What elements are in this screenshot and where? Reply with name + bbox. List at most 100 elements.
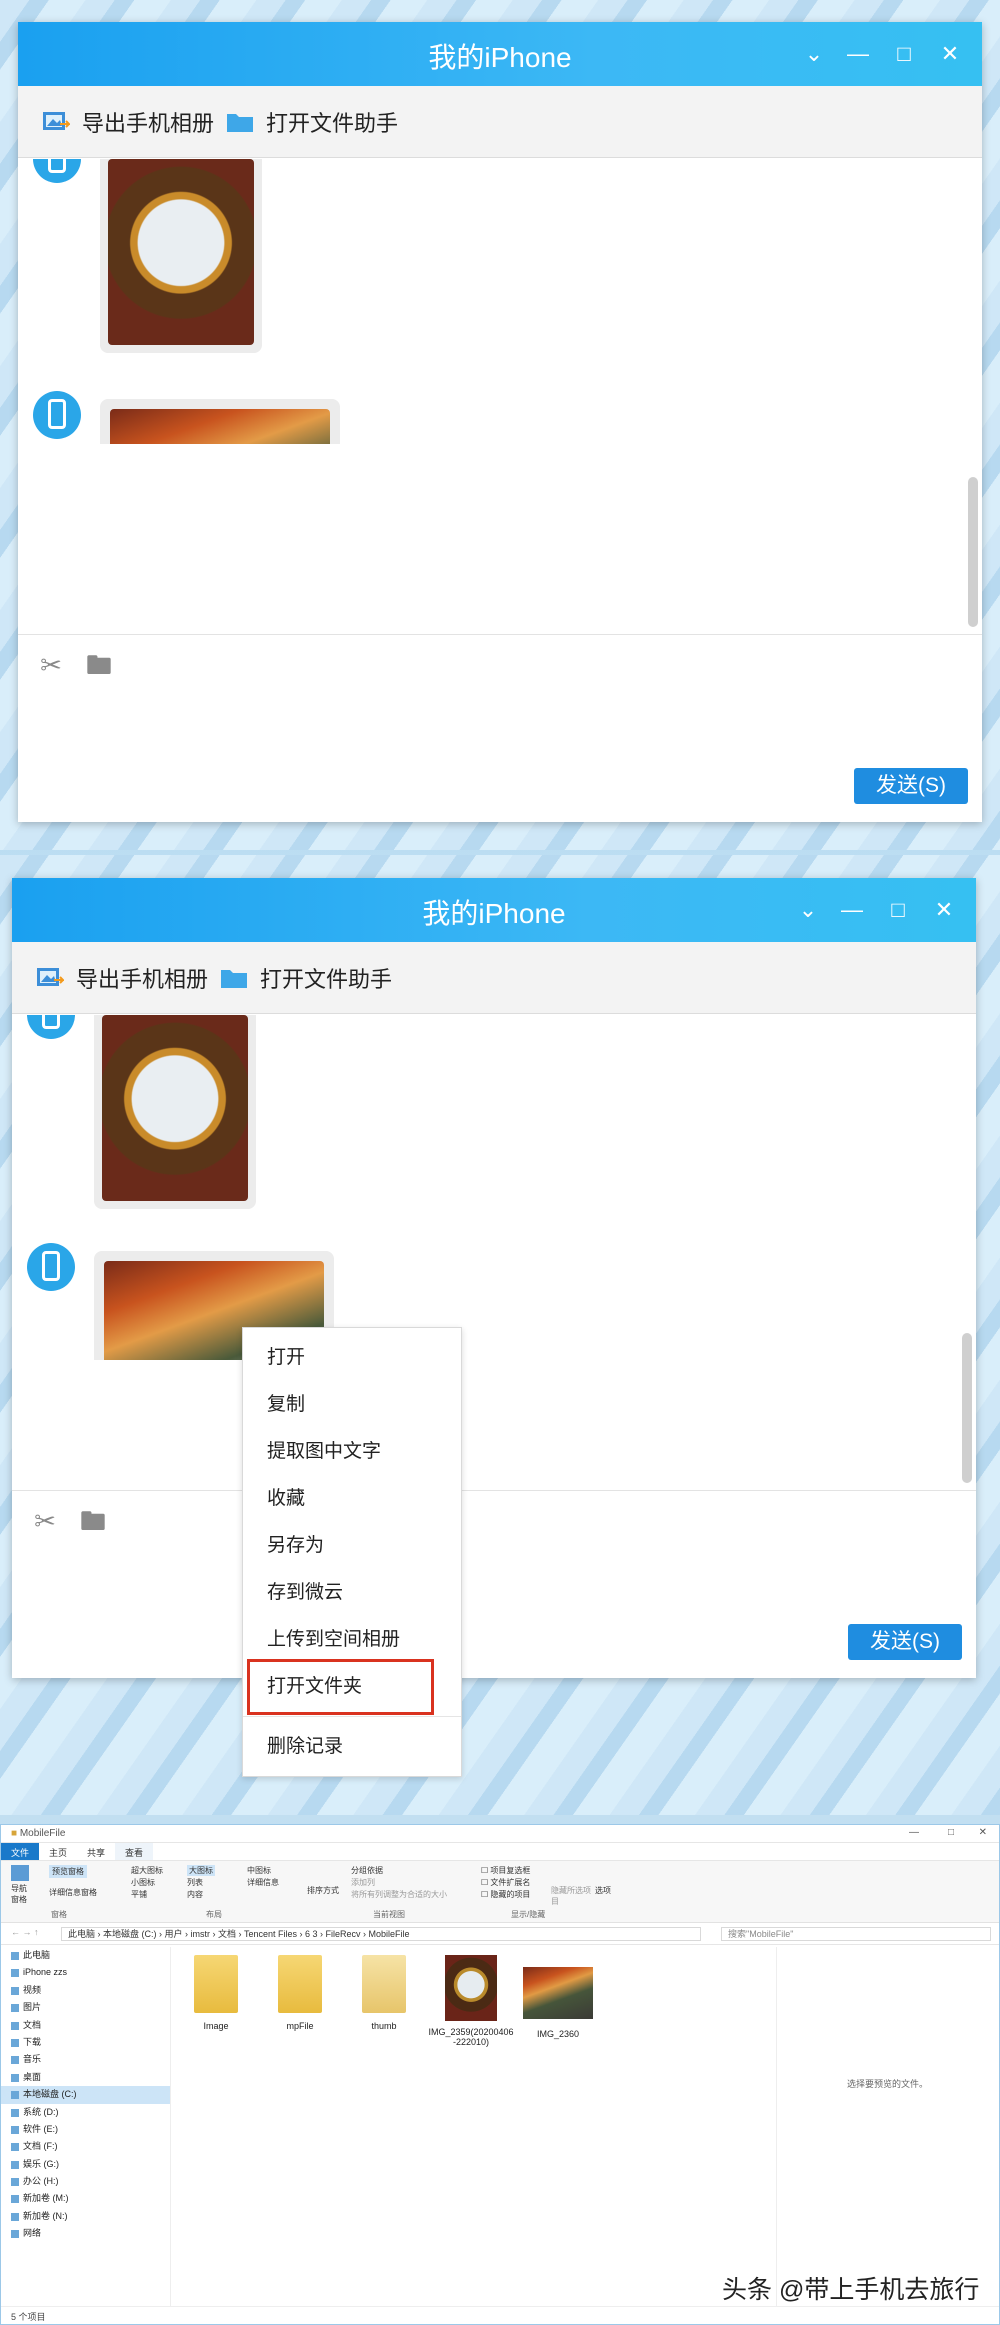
maximize-icon[interactable]: □ (890, 40, 918, 68)
search-input[interactable]: 搜索"MobileFile" (721, 1927, 991, 1941)
send-button[interactable]: 发送(S) (848, 1624, 962, 1660)
maximize-icon[interactable]: □ (948, 1827, 954, 1838)
nav-item-label: 系统 (D:) (23, 2106, 59, 2117)
status-bar: 5 个项目 (1, 2306, 999, 2324)
back-forward-icons[interactable]: ← → ↑ (11, 1927, 39, 1937)
layout-tiles[interactable]: 平铺 (131, 1889, 147, 1900)
nav-item[interactable]: 系统 (D:) (1, 2104, 170, 2121)
nav-item[interactable]: iPhone zzs (1, 1964, 170, 1981)
hide-selected-button[interactable]: 隐藏所选项目 (551, 1885, 591, 1907)
export-album-button[interactable]: 导出手机相册 (36, 962, 208, 994)
file-item[interactable]: Image (176, 1955, 256, 2031)
scissors-icon[interactable]: ✂ (36, 652, 66, 678)
nav-item[interactable]: 文档 (F:) (1, 2138, 170, 2155)
nav-item[interactable]: 图片 (1, 1999, 170, 2016)
menu-item-copy[interactable]: 复制 (243, 1381, 461, 1428)
file-item[interactable]: mpFile (260, 1955, 340, 2031)
nav-item[interactable]: 网络 (1, 2225, 170, 2242)
minimize-icon[interactable]: — (844, 40, 872, 68)
preview-pane-button[interactable]: 预览窗格 (49, 1865, 87, 1878)
open-file-helper-button[interactable]: 打开文件助手 (220, 962, 392, 994)
nav-item[interactable]: 桌面 (1, 2069, 170, 2086)
iphone-window-1: 我的iPhone ⌄ — □ ✕ 导出手机相册 打开文件助手 ✂ 🖿 发送(S) (18, 22, 982, 822)
chat-scrollbar[interactable] (968, 477, 978, 627)
title-bar[interactable]: 我的iPhone ⌄ — □ ✕ (18, 22, 982, 86)
menu-item-save-as[interactable]: 另存为 (243, 1522, 461, 1569)
close-icon[interactable]: ✕ (936, 40, 964, 68)
nav-item[interactable]: 办公 (H:) (1, 2173, 170, 2190)
file-extensions[interactable]: ☐ 文件扩展名 (481, 1877, 530, 1888)
layout-details[interactable]: 详细信息 (247, 1877, 279, 1888)
tab-view[interactable]: 查看 (115, 1843, 154, 1860)
drive-icon (11, 2004, 19, 2013)
file-item[interactable]: IMG_2359(20200406-222010) (428, 1955, 514, 2047)
ribbon-tabs: 文件 主页 共享 查看 (1, 1843, 999, 1861)
layout-small[interactable]: 小图标 (131, 1877, 155, 1888)
folder-tool-icon[interactable]: 🖿 (78, 1508, 108, 1534)
close-icon[interactable]: ✕ (930, 896, 958, 924)
layout-large[interactable]: 大图标 (187, 1865, 215, 1876)
file-item[interactable]: IMG_2360 (518, 1955, 598, 2039)
image-message-1[interactable] (100, 159, 262, 353)
nav-item[interactable]: 此电脑 (1, 1947, 170, 1964)
hidden-items[interactable]: ☐ 隐藏的项目 (481, 1889, 530, 1900)
nav-item[interactable]: 文档 (1, 2017, 170, 2034)
folder-tool-icon[interactable]: 🖿 (84, 652, 114, 678)
tab-home[interactable]: 主页 (39, 1843, 77, 1860)
nav-item[interactable]: 视频 (1, 1982, 170, 1999)
export-album-label: 导出手机相册 (82, 111, 215, 136)
menu-item-favorite[interactable]: 收藏 (243, 1475, 461, 1522)
nav-item[interactable]: 音乐 (1, 2051, 170, 2068)
open-file-helper-button[interactable]: 打开文件助手 (226, 106, 398, 138)
menu-item-delete-record[interactable]: 删除记录 (243, 1723, 461, 1770)
menu-item-open[interactable]: 打开 (243, 1334, 461, 1381)
export-album-button[interactable]: 导出手机相册 (42, 106, 214, 138)
nav-item[interactable]: 新加卷 (N:) (1, 2208, 170, 2225)
porthole-photo[interactable] (102, 1015, 248, 1201)
address-path[interactable]: 此电脑 › 本地磁盘 (C:) › 用户 › imstr › 文档 › Tenc… (61, 1927, 701, 1941)
add-column-button[interactable]: 添加列 (351, 1877, 375, 1888)
chevron-down-icon[interactable]: ⌄ (794, 896, 822, 924)
file-item[interactable]: thumb (344, 1955, 424, 2031)
image-message-2[interactable] (100, 399, 340, 444)
layout-content[interactable]: 内容 (187, 1889, 203, 1900)
nav-item[interactable]: 下载 (1, 2034, 170, 2051)
layout-medium[interactable]: 中图标 (247, 1865, 271, 1876)
close-icon[interactable]: ✕ (979, 1827, 987, 1838)
group-by-button[interactable]: 分组依据 (351, 1865, 383, 1876)
fit-columns-button[interactable]: 将所有列调整为合适的大小 (351, 1889, 447, 1900)
nav-item[interactable]: 新加卷 (M:) (1, 2190, 170, 2207)
image-message-1[interactable] (94, 1015, 256, 1209)
file-list: Image mpFile thumb IMG_2359(20200406-222… (176, 1955, 776, 2075)
tab-share[interactable]: 共享 (77, 1843, 115, 1860)
menu-item-weiyun[interactable]: 存到微云 (243, 1569, 461, 1616)
phone-avatar (27, 1015, 75, 1039)
explorer-title-bar[interactable]: ■ MobileFile — □ ✕ (1, 1825, 999, 1843)
tab-file[interactable]: 文件 (1, 1843, 40, 1860)
porthole-photo[interactable] (108, 159, 254, 345)
nav-item[interactable]: 娱乐 (G:) (1, 2156, 170, 2173)
nav-item[interactable]: 本地磁盘 (C:) (1, 2086, 170, 2104)
options-button[interactable]: 选项 (595, 1885, 611, 1896)
folder-icon (278, 1955, 322, 2013)
send-button[interactable]: 发送(S) (854, 768, 968, 804)
nav-item[interactable]: 软件 (E:) (1, 2121, 170, 2138)
details-pane-button[interactable]: 详细信息窗格 (49, 1887, 97, 1898)
menu-item-extract-text[interactable]: 提取图中文字 (243, 1428, 461, 1475)
layout-xl[interactable]: 超大图标 (131, 1865, 163, 1876)
minimize-icon[interactable]: — (838, 896, 866, 924)
chat-scrollbar[interactable] (962, 1333, 972, 1483)
maximize-icon[interactable]: □ (884, 896, 912, 924)
file-extensions-label: 文件扩展名 (490, 1878, 531, 1887)
minimize-icon[interactable]: — (909, 1827, 919, 1838)
autumn-stream-photo[interactable] (110, 409, 330, 444)
title-bar[interactable]: 我的iPhone ⌄ — □ ✕ (12, 878, 976, 942)
nav-item-label: 本地磁盘 (C:) (23, 2089, 77, 2100)
menu-item-upload-album[interactable]: 上传到空间相册 (243, 1616, 461, 1663)
sort-by-button[interactable]: 排序方式 (307, 1885, 339, 1896)
chevron-down-icon[interactable]: ⌄ (800, 40, 828, 68)
scissors-icon[interactable]: ✂ (30, 1508, 60, 1534)
nav-pane-button[interactable]: 导航窗格 (11, 1865, 33, 1905)
layout-list[interactable]: 列表 (187, 1877, 203, 1888)
item-checkboxes[interactable]: ☐ 项目复选框 (481, 1865, 530, 1876)
